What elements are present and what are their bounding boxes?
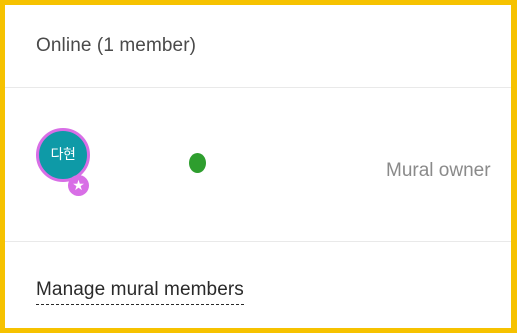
panel-header: Online (1 member) [5, 5, 511, 88]
online-status-indicator [189, 153, 206, 173]
member-row[interactable]: 다현 ★ Mural owner [5, 88, 511, 242]
manage-mural-members-link[interactable]: Manage mural members [36, 279, 244, 305]
panel-frame-edge [511, 0, 517, 333]
star-icon: ★ [68, 175, 89, 196]
online-count-title: Online (1 member) [36, 35, 197, 56]
member-role-label: Mural owner [386, 160, 491, 181]
avatar[interactable]: 다현 [36, 128, 90, 182]
